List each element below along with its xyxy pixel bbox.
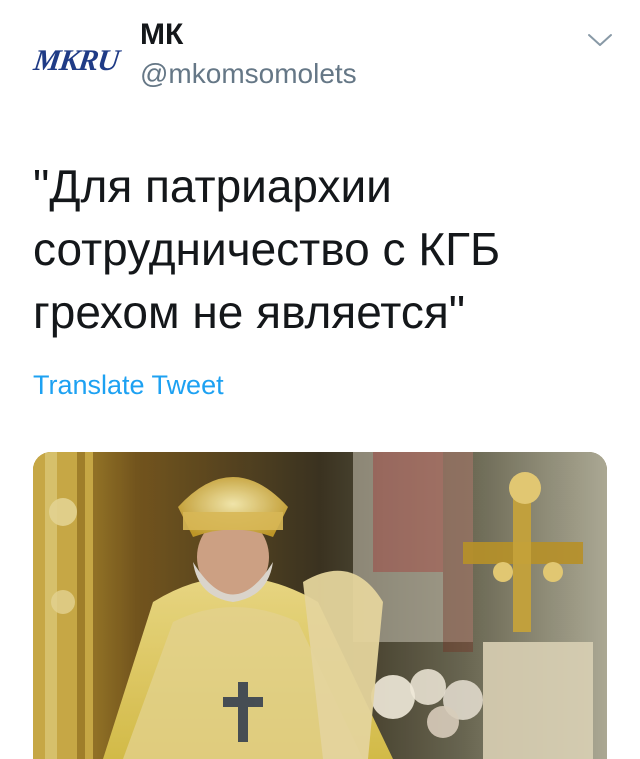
mk-logo: MKRU xyxy=(31,44,121,77)
tweet-media-image[interactable] xyxy=(33,452,607,759)
user-handle[interactable]: @mkomsomolets xyxy=(140,60,357,88)
translate-tweet-link[interactable]: Translate Tweet xyxy=(33,370,224,401)
tweet-text: "Для патриархии сотрудничество с КГБ гре… xyxy=(33,160,501,339)
photo-icon xyxy=(33,452,607,759)
display-name[interactable]: МК xyxy=(140,20,183,50)
avatar[interactable]: MKRU xyxy=(30,36,122,86)
chevron-down-icon[interactable] xyxy=(586,30,614,50)
tweet-card: MKRU МК @mkomsomolets "Для патриархии со… xyxy=(0,0,640,759)
